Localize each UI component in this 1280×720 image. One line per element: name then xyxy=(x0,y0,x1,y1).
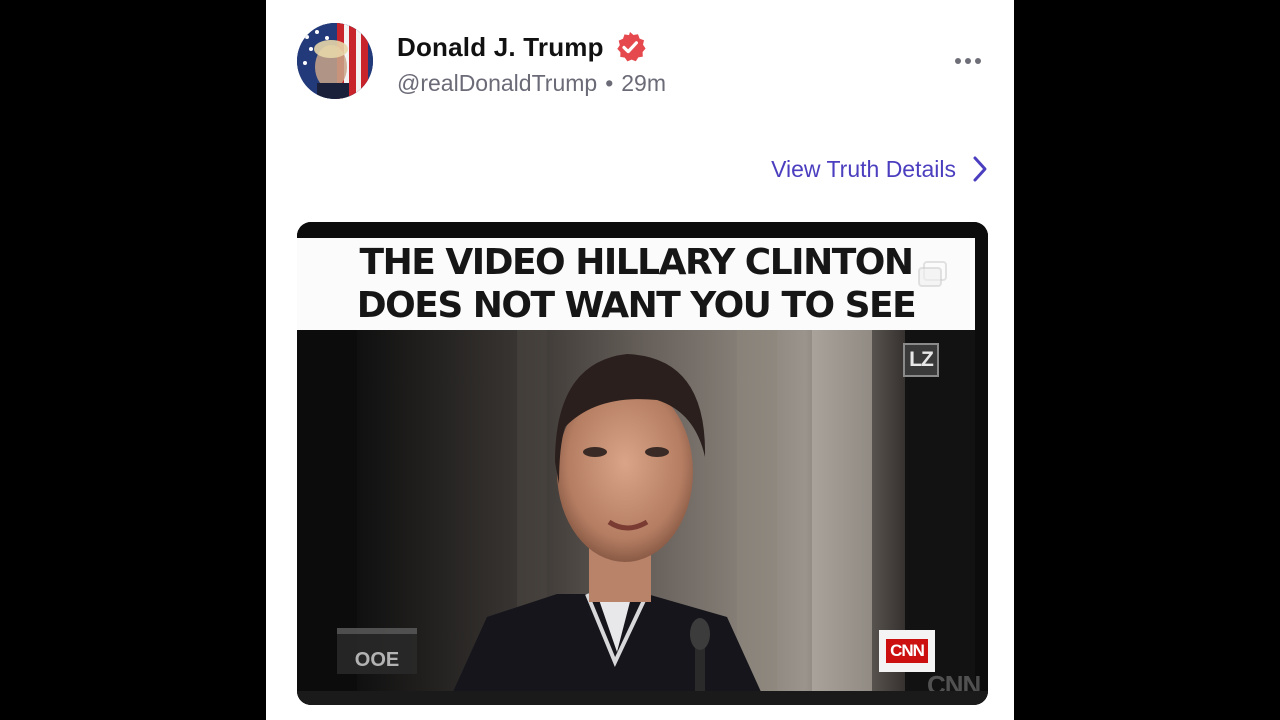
banner-line-1: THE VIDEO HILLARY CLINTON xyxy=(359,242,914,283)
more-horizontal-icon xyxy=(955,58,961,64)
flag-portrait-avatar xyxy=(297,23,373,99)
author-handle[interactable]: @realDonaldTrump xyxy=(397,70,597,97)
more-horizontal-icon-dot xyxy=(965,58,971,64)
multiple-media-icon xyxy=(918,261,947,287)
post-meta: @realDonaldTrump • 29m xyxy=(397,70,666,97)
more-options-button[interactable] xyxy=(948,46,988,76)
author-name-row: Donald J. Trump xyxy=(397,29,646,65)
author-display-name[interactable]: Donald J. Trump xyxy=(397,32,604,63)
video-progress-bar[interactable] xyxy=(297,691,988,705)
post-card: Donald J. Trump @realDonaldTrump • 29m V… xyxy=(266,0,1014,720)
live-bug-overlay: OOE xyxy=(337,628,417,674)
chevron-right-icon xyxy=(973,156,987,182)
network-logo: CNN xyxy=(879,630,935,672)
meta-separator: • xyxy=(605,70,614,96)
view-truth-details-link[interactable]: View Truth Details xyxy=(771,150,990,188)
view-truth-details-label: View Truth Details xyxy=(771,155,956,182)
watermark-badge: LZ xyxy=(903,343,939,377)
more-horizontal-icon-dot xyxy=(975,58,981,64)
banner-line-2: DOES NOT WANT YOU TO SEE xyxy=(356,285,917,326)
network-logo-text: CNN xyxy=(886,639,928,663)
video-media[interactable]: THE VIDEO HILLARY CLINTON DOES NOT WANT … xyxy=(297,222,988,705)
post-timestamp[interactable]: 29m xyxy=(621,70,666,97)
video-title-banner: THE VIDEO HILLARY CLINTON DOES NOT WANT … xyxy=(297,238,975,330)
avatar[interactable] xyxy=(297,23,373,99)
verified-badge-icon xyxy=(616,32,646,62)
